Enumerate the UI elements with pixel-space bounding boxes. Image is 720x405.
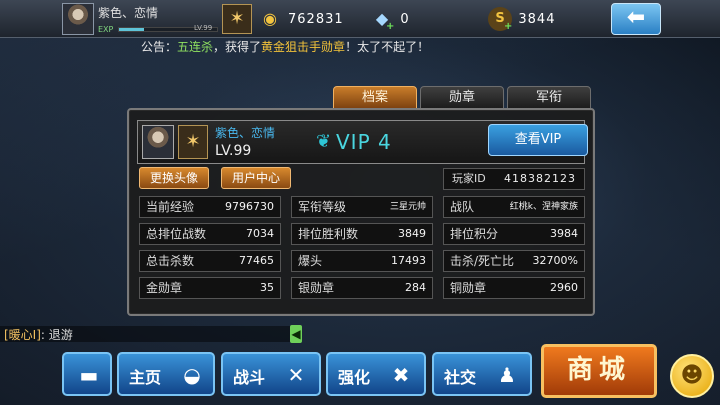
announcement-player: 五连杀 bbox=[177, 40, 214, 54]
player-avatar[interactable] bbox=[62, 3, 94, 35]
profile-header: ✶ 紫色、恋情 LV.99 ❦ VIP 4 查看VIP bbox=[137, 120, 588, 164]
chat-channel: [暖心I] bbox=[4, 328, 41, 342]
stat-label: 排位胜利数 bbox=[298, 227, 359, 241]
stat-rank-level: 军衔等级 三星元帅 bbox=[291, 196, 433, 218]
stat-label: 军衔等级 bbox=[298, 200, 347, 214]
stat-label: 击杀/死亡比 bbox=[450, 254, 515, 268]
player-id-field: 玩家ID 418382123 bbox=[443, 168, 585, 190]
profile-name: 紫色、恋情 bbox=[215, 126, 276, 140]
stat-label: 排位积分 bbox=[450, 227, 499, 241]
vip-level: VIP 4 bbox=[336, 130, 392, 154]
stat-label: 银勋章 bbox=[298, 281, 335, 295]
vip-wings-icon: ❦ bbox=[316, 131, 332, 152]
stat-value: 9796730 bbox=[225, 200, 274, 213]
announcement: 公告：五连杀，获得了黄金狙击手勋章！太了不起了！ bbox=[141, 38, 429, 55]
gold-value: 762831 bbox=[288, 11, 344, 27]
gold-coins-icon: ◉ bbox=[263, 9, 277, 28]
exp-label: EXP bbox=[98, 25, 114, 34]
rank-insignia-icon: ✶ bbox=[222, 4, 252, 34]
nav-upgrade-button[interactable]: 强化 ✖ bbox=[326, 352, 426, 396]
player-name: 紫色、恋情 bbox=[98, 6, 159, 20]
nav-shop-button[interactable]: 商城 bbox=[541, 344, 657, 398]
stat-label: 当前经验 bbox=[146, 200, 195, 214]
stat-value: 17493 bbox=[391, 254, 426, 267]
sp-display[interactable]: S + 3844 bbox=[488, 5, 555, 33]
stat-label: 战队 bbox=[450, 200, 475, 214]
stat-team: 战队 红桃k、涅神家族 bbox=[443, 196, 585, 218]
stat-bronze-medals: 铜勋章 2960 bbox=[443, 277, 585, 299]
stat-value: 三星元帅 bbox=[389, 202, 426, 212]
stat-ranked-matches: 总排位战数 7034 bbox=[139, 223, 281, 245]
tab-profile[interactable]: 档案 bbox=[333, 86, 417, 110]
stat-ranked-wins: 排位胜利数 3849 bbox=[291, 223, 433, 245]
nav-battle-label: 战斗 bbox=[233, 368, 266, 387]
stat-value: 35 bbox=[260, 281, 274, 294]
announcement-suffix: ！太了不起了！ bbox=[345, 40, 430, 54]
stat-silver-medals: 银勋章 284 bbox=[291, 277, 433, 299]
profile-level: LV.99 bbox=[215, 143, 252, 159]
stat-headshots: 爆头 17493 bbox=[291, 250, 433, 272]
change-avatar-button[interactable]: 更换头像 bbox=[139, 167, 209, 189]
diamond-display[interactable]: ◆ + 0 bbox=[370, 5, 410, 33]
nav-social-button[interactable]: 社交 ♟ bbox=[432, 352, 532, 396]
stat-gold-medals: 金勋章 35 bbox=[139, 277, 281, 299]
chat-message: : 退游 bbox=[40, 328, 73, 342]
nav-upgrade-label: 强化 bbox=[338, 368, 371, 387]
nav-home-button[interactable]: 主页 ◒ bbox=[117, 352, 215, 396]
add-sp-icon[interactable]: + bbox=[504, 21, 512, 32]
stat-label: 铜勋章 bbox=[450, 281, 487, 295]
stat-value: 284 bbox=[405, 281, 426, 294]
profile-panel: ✶ 紫色、恋情 LV.99 ❦ VIP 4 查看VIP 更换头像 用户中心 玩家… bbox=[127, 108, 595, 316]
chat-button[interactable]: ▬ bbox=[62, 352, 112, 396]
announcement-medal: 黄金狙击手勋章 bbox=[261, 40, 346, 54]
view-vip-button[interactable]: 查看VIP bbox=[488, 124, 588, 156]
crossed-guns-icon: ✕ bbox=[287, 363, 305, 387]
helmet-icon: ◒ bbox=[183, 363, 201, 387]
sp-value: 3844 bbox=[518, 11, 556, 27]
stat-label: 金勋章 bbox=[146, 281, 183, 295]
nav-home-label: 主页 bbox=[129, 368, 162, 387]
stat-label: 爆头 bbox=[298, 254, 323, 268]
nav-social-label: 社交 bbox=[444, 368, 477, 387]
stat-value: 7034 bbox=[246, 227, 274, 240]
profile-rank-icon: ✶ bbox=[178, 125, 208, 159]
stat-total-kills: 总击杀数 77465 bbox=[139, 250, 281, 272]
stat-current-exp: 当前经验 9796730 bbox=[139, 196, 281, 218]
add-diamond-icon[interactable]: + bbox=[386, 21, 394, 32]
wrench-hammer-icon: ✖ bbox=[392, 363, 410, 387]
player-id-label: 玩家ID bbox=[452, 172, 486, 185]
smiley-assistant-icon[interactable]: ☻ bbox=[670, 354, 714, 398]
stat-value: 2960 bbox=[550, 281, 578, 294]
stat-value: 32700% bbox=[532, 254, 578, 267]
chat-message-line[interactable]: [暖心I]: 退游 bbox=[0, 326, 300, 342]
profile-avatar bbox=[142, 125, 174, 159]
stat-value: 红桃k、涅神家族 bbox=[509, 202, 578, 212]
player-id-value: 418382123 bbox=[504, 172, 576, 185]
top-bar: 紫色、恋情 EXP LV.99 ✶ ◉ 762831 ◆ + 0 S + 384… bbox=[0, 0, 720, 38]
announcement-mid: ，获得了 bbox=[213, 40, 262, 54]
announcement-prefix: 公告： bbox=[141, 40, 178, 54]
stat-value: 77465 bbox=[239, 254, 274, 267]
user-center-button[interactable]: 用户中心 bbox=[221, 167, 291, 189]
diamond-value: 0 bbox=[400, 11, 410, 27]
stat-value: 3984 bbox=[550, 227, 578, 240]
nav-battle-button[interactable]: 战斗 ✕ bbox=[221, 352, 321, 396]
chat-bubble-icon: ▬ bbox=[79, 363, 99, 387]
back-arrow-icon: ⬅ bbox=[626, 5, 646, 30]
people-icon: ♟ bbox=[498, 363, 516, 387]
stat-label: 总击杀数 bbox=[146, 254, 195, 268]
back-button[interactable]: ⬅ bbox=[611, 3, 661, 35]
tab-medals[interactable]: 勋章 bbox=[420, 86, 504, 110]
tab-rank[interactable]: 军衔 bbox=[507, 86, 591, 110]
expand-chat-arrow-icon[interactable]: ◀ bbox=[290, 325, 302, 343]
stat-value: 3849 bbox=[398, 227, 426, 240]
player-level-small: LV.99 bbox=[194, 24, 213, 32]
stat-label: 总排位战数 bbox=[146, 227, 207, 241]
exp-bar-fill bbox=[119, 28, 144, 31]
gold-display: ◉ 762831 bbox=[258, 5, 344, 33]
stat-ranked-points: 排位积分 3984 bbox=[443, 223, 585, 245]
stat-kd-ratio: 击杀/死亡比 32700% bbox=[443, 250, 585, 272]
